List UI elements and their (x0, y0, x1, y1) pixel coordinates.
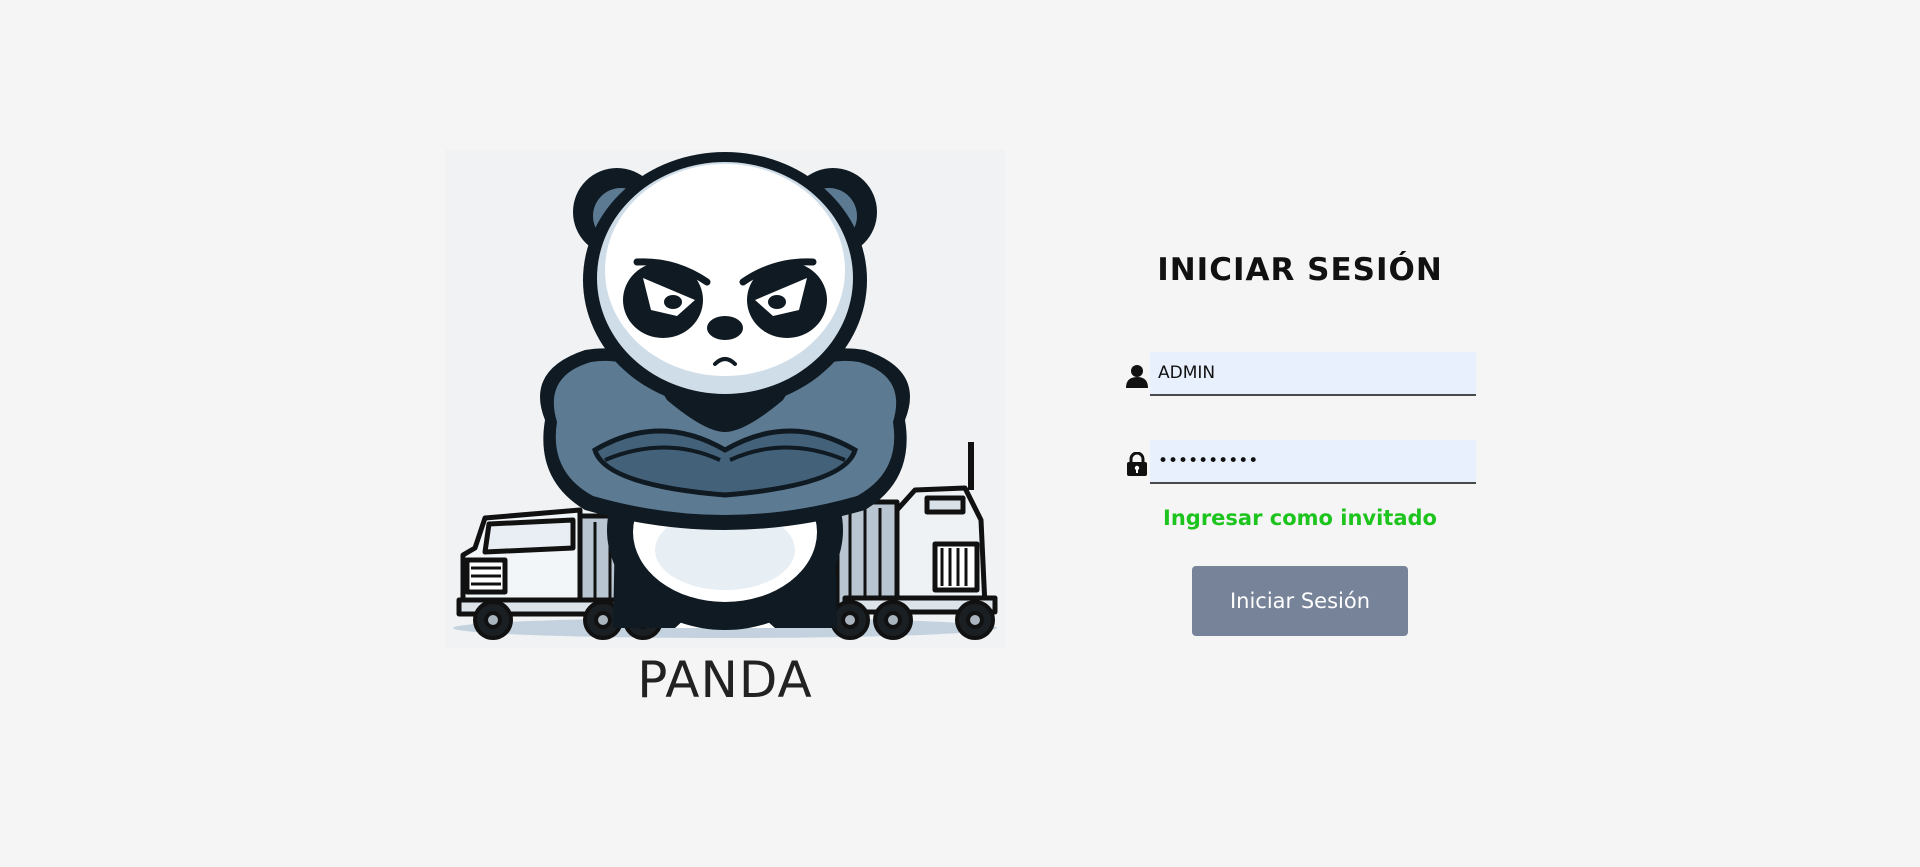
brand-name: PANDA (637, 651, 813, 709)
guest-login-link[interactable]: Ingresar como invitado (1120, 506, 1480, 530)
login-button[interactable]: Iniciar Sesión (1192, 566, 1408, 636)
user-icon (1126, 364, 1148, 388)
password-row (1126, 440, 1476, 484)
form-title: INICIAR SESIÓN (1157, 252, 1443, 288)
username-field[interactable] (1150, 352, 1476, 396)
username-row (1126, 352, 1476, 396)
password-field[interactable] (1150, 440, 1476, 484)
login-page: PANDA INICIAR SESIÓN ADMIN •••••••••• In… (0, 0, 1920, 867)
lock-icon (1126, 451, 1148, 476)
panda-logo-image (445, 150, 1005, 648)
brand-block: PANDA (445, 150, 1005, 710)
